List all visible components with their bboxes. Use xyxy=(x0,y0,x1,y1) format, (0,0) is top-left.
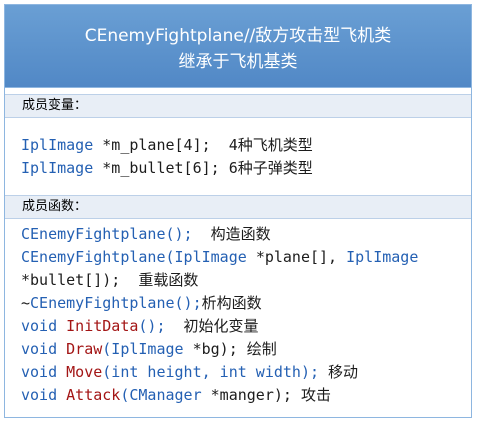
function-name: Attack xyxy=(66,386,121,404)
overload-signature-start: CEnemyFightplane(IplImage xyxy=(21,248,256,266)
type-name: IplImage xyxy=(21,136,94,154)
overload-param: *bullet[]); xyxy=(21,271,121,289)
member-declaration: *m_plane[4]; xyxy=(93,136,211,154)
function-comment: 析构函数 xyxy=(201,294,262,312)
member-declaration: *m_bullet[6]; xyxy=(93,159,220,177)
class-subtitle: 继承于飞机基类 xyxy=(178,52,298,72)
class-header: CEnemyFightplane//敌方攻击型飞机类 继承于飞机基类 xyxy=(5,5,471,88)
function-line-constructor: CEnemyFightplane(); 构造函数 xyxy=(21,223,271,246)
function-line-overload: CEnemyFightplane(IplImage *plane[], IplI… xyxy=(21,246,418,269)
function-args: (int height, int width); xyxy=(102,363,320,381)
function-name: Move xyxy=(66,363,103,381)
member-comment: 4种飞机类型 xyxy=(210,136,313,154)
function-comment: 初始化变量 xyxy=(165,317,259,335)
function-line-initdata: void InitData(); 初始化变量 xyxy=(21,315,259,338)
type-name: IplImage xyxy=(346,248,419,266)
function-comment: 攻击 xyxy=(291,386,331,404)
function-line-move: void Move(int height, int width); 移动 xyxy=(21,361,358,384)
return-type: void xyxy=(21,363,67,381)
function-line-draw: void Draw(IplImage *bg); 绘制 xyxy=(21,338,277,361)
destructor-tilde: ~ xyxy=(21,294,31,312)
function-line-overload-cont: *bullet[]); 重载函数 xyxy=(21,269,198,292)
function-args: (CManager xyxy=(120,386,211,404)
member-comment: 6种子弹类型 xyxy=(219,159,313,177)
function-name: InitData xyxy=(66,317,139,335)
class-card: CEnemyFightplane//敌方攻击型飞机类 继承于飞机基类 成员变量：… xyxy=(4,4,472,418)
overload-param: *plane[], xyxy=(255,248,347,266)
members-label: 成员变量： xyxy=(5,94,471,118)
destructor-signature: CEnemyFightplane(); xyxy=(30,294,202,312)
member-line-2: IplImage *m_bullet[6]; 6种子弹类型 xyxy=(21,157,313,180)
function-args: (); xyxy=(138,317,166,335)
function-comment: 重载函数 xyxy=(120,271,199,289)
member-line-1: IplImage *m_plane[4]; 4种飞机类型 xyxy=(21,134,313,157)
function-comment: 构造函数 xyxy=(192,225,271,243)
class-title: CEnemyFightplane//敌方攻击型飞机类 xyxy=(84,26,392,46)
return-type: void xyxy=(21,317,67,335)
function-name: Draw xyxy=(66,340,103,358)
function-line-destructor: ~CEnemyFightplane();析构函数 xyxy=(21,292,262,315)
constructor-signature: CEnemyFightplane(); xyxy=(21,225,193,243)
function-args: (IplImage xyxy=(102,340,193,358)
function-line-attack: void Attack(CManager *manger); 攻击 xyxy=(21,384,331,407)
function-args-param: *bg); xyxy=(192,340,238,358)
function-comment: 绘制 xyxy=(237,340,277,358)
return-type: void xyxy=(21,386,67,404)
functions-label: 成员函数： xyxy=(5,195,471,219)
return-type: void xyxy=(21,340,67,358)
function-comment: 移动 xyxy=(319,363,359,381)
function-args-param: *manger); xyxy=(210,386,292,404)
type-name: IplImage xyxy=(21,159,94,177)
